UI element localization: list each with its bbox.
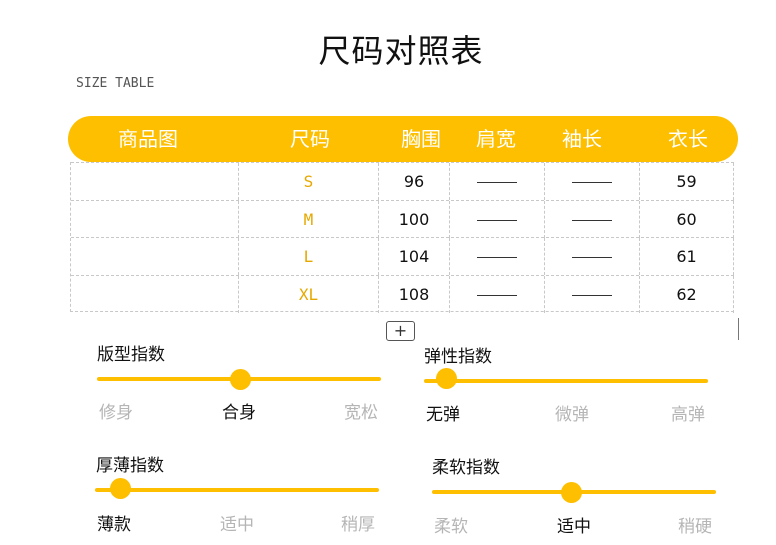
fit-index-label: 版型指数 <box>97 345 165 365</box>
shoulder-cell <box>450 275 545 313</box>
chest-cell: 100 <box>379 200 450 238</box>
table-row: S 96 59 <box>71 162 734 200</box>
thickness-option-medium: 适中 <box>220 515 254 535</box>
product-image-cell <box>71 163 239 200</box>
dash-icon <box>572 257 612 258</box>
size-cell: M <box>239 200 379 238</box>
table-row: L 104 61 <box>71 237 734 275</box>
softness-index-knob[interactable] <box>561 482 582 503</box>
fit-option-loose: 宽松 <box>344 403 378 423</box>
sleeve-cell <box>545 275 640 313</box>
length-cell: 61 <box>640 238 734 275</box>
softness-index-label: 柔软指数 <box>432 458 500 478</box>
edge-divider <box>738 318 741 340</box>
elastic-index-label: 弹性指数 <box>424 347 492 367</box>
table-row: M 100 60 <box>71 199 734 238</box>
page-title: 尺码对照表 <box>318 32 484 70</box>
size-cell: S <box>239 163 379 200</box>
elastic-option-high: 高弹 <box>671 405 705 425</box>
chest-cell: 96 <box>379 163 450 200</box>
dash-icon <box>477 182 517 183</box>
expand-button[interactable]: + <box>386 321 415 341</box>
softness-option-soft: 柔软 <box>434 517 468 537</box>
elastic-index-knob[interactable] <box>436 368 457 389</box>
header-sleeve: 袖长 <box>562 127 602 151</box>
length-cell: 60 <box>640 200 734 238</box>
dash-icon <box>572 219 612 221</box>
elastic-option-none: 无弹 <box>426 405 460 425</box>
table-header-bar: 商品图 尺码 胸围 肩宽 袖长 衣长 <box>68 116 738 162</box>
product-image-cell <box>71 275 239 313</box>
softness-option-firm: 稍硬 <box>678 517 712 537</box>
product-image-cell <box>71 200 239 238</box>
elastic-index-track <box>424 379 708 383</box>
thickness-option-thick: 稍厚 <box>341 515 375 535</box>
size-cell: XL <box>239 275 379 313</box>
dash-icon <box>572 182 612 183</box>
sleeve-cell <box>545 238 640 275</box>
product-image-cell <box>71 238 239 275</box>
chest-cell: 108 <box>379 275 450 313</box>
shoulder-cell <box>450 238 545 275</box>
softness-option-medium: 适中 <box>557 517 591 537</box>
thickness-index-label: 厚薄指数 <box>96 456 164 476</box>
chest-cell: 104 <box>379 238 450 275</box>
dash-icon <box>572 294 612 296</box>
size-cell: L <box>239 238 379 275</box>
fit-option-slim: 修身 <box>99 403 133 423</box>
header-product-image: 商品图 <box>118 127 178 151</box>
header-size: 尺码 <box>290 127 330 151</box>
shoulder-cell <box>450 163 545 200</box>
fit-option-regular: 合身 <box>222 403 256 423</box>
thickness-index-track <box>95 488 379 492</box>
header-length: 衣长 <box>668 127 708 151</box>
sleeve-cell <box>545 163 640 200</box>
header-shoulder: 肩宽 <box>476 127 516 151</box>
shoulder-cell <box>450 200 545 238</box>
length-cell: 59 <box>640 163 734 200</box>
sleeve-cell <box>545 200 640 238</box>
table-row: XL 108 62 <box>71 274 734 313</box>
thickness-option-thin: 薄款 <box>97 515 131 535</box>
dash-icon <box>477 257 517 258</box>
size-table: S 96 59 M 100 60 L 104 61 XL 108 62 <box>70 162 734 313</box>
thickness-index-knob[interactable] <box>110 478 131 499</box>
dash-icon <box>477 294 517 296</box>
length-cell: 62 <box>640 275 734 313</box>
page-subtitle: SIZE TABLE <box>76 76 155 91</box>
fit-index-knob[interactable] <box>230 369 251 390</box>
elastic-option-slight: 微弹 <box>555 405 589 425</box>
dash-icon <box>477 219 517 221</box>
